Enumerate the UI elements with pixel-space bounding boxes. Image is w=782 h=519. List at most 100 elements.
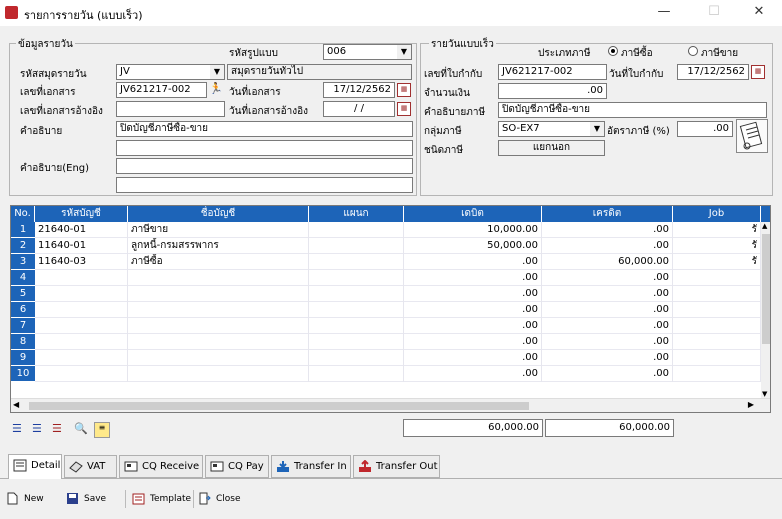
cell-department[interactable] [309, 334, 404, 350]
cell-account-code[interactable] [35, 350, 128, 366]
chevron-down-icon[interactable]: ▼ [397, 45, 411, 59]
cell-account-code[interactable] [35, 302, 128, 318]
cell-account-name[interactable] [128, 302, 309, 318]
cell-credit[interactable]: .00 [542, 318, 673, 334]
cell-credit[interactable]: .00 [542, 222, 673, 238]
tax-desc-input[interactable]: ปิดบัญชีภาษีซื้อ-ขาย [498, 102, 767, 118]
chevron-down-icon[interactable]: ▼ [210, 65, 224, 79]
ref-doc-no-input[interactable] [116, 101, 225, 117]
cell-department[interactable] [309, 350, 404, 366]
cell-department[interactable] [309, 222, 404, 238]
description-eng-input-2[interactable] [116, 177, 413, 193]
table-row[interactable]: 7 .00.00 [11, 318, 761, 334]
scroll-down-icon[interactable]: ▼ [762, 390, 767, 398]
table-row[interactable]: 3 11640-03 ภาษีซื้อ .00 60,000.00 รั [11, 254, 761, 270]
table-row[interactable]: 2 11640-01 ลูกหนี้-กรมสรรพากร 50,000.00.00 ร… [11, 238, 761, 254]
tax-group-select[interactable]: SO-EX7 ▼ [498, 121, 605, 137]
vscrollbar-thumb[interactable] [762, 234, 770, 344]
calendar-icon[interactable]: ▦ [751, 65, 765, 79]
cell-account-name[interactable]: ลูกหนี้-กรมสรรพากร [128, 238, 309, 254]
table-row[interactable]: 5 .00.00 [11, 286, 761, 302]
tab-vat[interactable]: VAT [64, 455, 117, 478]
tax-sale-radio[interactable] [688, 46, 698, 56]
cell-debit[interactable]: .00 [404, 318, 542, 334]
scroll-up-icon[interactable]: ▲ [762, 222, 767, 230]
tax-rate-input[interactable]: .00 [677, 121, 733, 137]
cell-credit[interactable]: .00 [542, 238, 673, 254]
cell-debit[interactable]: .00 [404, 254, 542, 270]
cell-job[interactable]: รั [673, 254, 761, 270]
cell-credit[interactable]: .00 [542, 366, 673, 382]
minimize-button[interactable]: — [641, 0, 687, 26]
tax-invoice-no-input[interactable]: JV621217-002 [498, 64, 607, 80]
cell-credit[interactable]: .00 [542, 302, 673, 318]
cell-account-name[interactable] [128, 318, 309, 334]
cell-department[interactable] [309, 286, 404, 302]
vertical-scrollbar[interactable]: ▲ ▼ [761, 222, 770, 398]
cell-department[interactable] [309, 366, 404, 382]
calculator-icon[interactable] [736, 119, 768, 153]
table-row[interactable]: 8 .00.00 [11, 334, 761, 350]
tab-cq-receive[interactable]: CQ Receive [119, 455, 203, 478]
tab-detail[interactable]: Detail [8, 454, 62, 479]
new-button[interactable]: New [4, 489, 54, 509]
cell-job[interactable]: รั [673, 222, 761, 238]
cell-debit[interactable]: 10,000.00 [404, 222, 542, 238]
cell-account-code[interactable]: 11640-01 [35, 238, 128, 254]
close-button[interactable]: Close [196, 489, 248, 509]
cell-department[interactable] [309, 238, 404, 254]
table-row[interactable]: 4 .00.00 [11, 270, 761, 286]
cell-account-name[interactable] [128, 270, 309, 286]
cell-debit[interactable]: .00 [404, 302, 542, 318]
scroll-right-icon[interactable]: ▶ [748, 400, 754, 409]
cell-account-name[interactable] [128, 286, 309, 302]
cell-account-name[interactable] [128, 334, 309, 350]
cell-job[interactable] [673, 318, 761, 334]
cell-job[interactable] [673, 286, 761, 302]
amount-input[interactable]: .00 [498, 83, 607, 99]
cell-debit[interactable]: .00 [404, 270, 542, 286]
cell-department[interactable] [309, 318, 404, 334]
cell-account-name[interactable]: ภาษีซื้อ [128, 254, 309, 270]
cell-debit[interactable]: .00 [404, 334, 542, 350]
cell-account-name[interactable] [128, 350, 309, 366]
cell-account-code[interactable] [35, 270, 128, 286]
running-man-icon[interactable]: 🏃 [209, 82, 225, 97]
chevron-down-icon[interactable]: ▼ [590, 122, 604, 136]
cell-job[interactable]: รั [673, 238, 761, 254]
cell-account-code[interactable] [35, 334, 128, 350]
cell-job[interactable] [673, 302, 761, 318]
ref-doc-date-input[interactable]: / / [323, 101, 395, 117]
cell-credit[interactable]: .00 [542, 334, 673, 350]
cell-job[interactable] [673, 350, 761, 366]
cell-account-code[interactable] [35, 318, 128, 334]
horizontal-scrollbar[interactable]: ◀ ▶ [11, 398, 770, 412]
cell-account-code[interactable] [35, 366, 128, 382]
add-row-icon[interactable]: ☰ [32, 422, 48, 438]
cell-job[interactable] [673, 366, 761, 382]
table-row[interactable]: 9 .00.00 [11, 350, 761, 366]
cell-debit[interactable]: 50,000.00 [404, 238, 542, 254]
journal-code-select[interactable]: JV ▼ [116, 64, 225, 80]
template-code-select[interactable]: 006 ▼ [323, 44, 412, 60]
close-window-button[interactable]: ✕ [736, 0, 782, 26]
table-row[interactable]: 10 .00.00 [11, 366, 761, 382]
cell-job[interactable] [673, 334, 761, 350]
scroll-left-icon[interactable]: ◀ [13, 400, 19, 409]
doc-date-input[interactable]: 17/12/2562 [323, 82, 395, 98]
cell-debit[interactable]: .00 [404, 286, 542, 302]
cell-account-code[interactable]: 11640-03 [35, 254, 128, 270]
cell-job[interactable] [673, 270, 761, 286]
cell-department[interactable] [309, 302, 404, 318]
search-icon[interactable]: 🔍 [74, 422, 90, 438]
doc-no-input[interactable]: JV621217-002 [116, 82, 207, 98]
cell-account-code[interactable] [35, 286, 128, 302]
cell-account-name[interactable]: ภาษีขาย [128, 222, 309, 238]
tab-transfer-out[interactable]: Transfer Out [353, 455, 440, 478]
cell-department[interactable] [309, 270, 404, 286]
calendar-icon[interactable]: ▦ [397, 102, 411, 116]
table-row[interactable]: 1 21640-01 ภาษีขาย 10,000.00.00 รั [11, 222, 761, 238]
cell-department[interactable] [309, 254, 404, 270]
tax-purchase-radio[interactable] [608, 46, 618, 56]
calendar-icon[interactable]: ▦ [397, 83, 411, 97]
